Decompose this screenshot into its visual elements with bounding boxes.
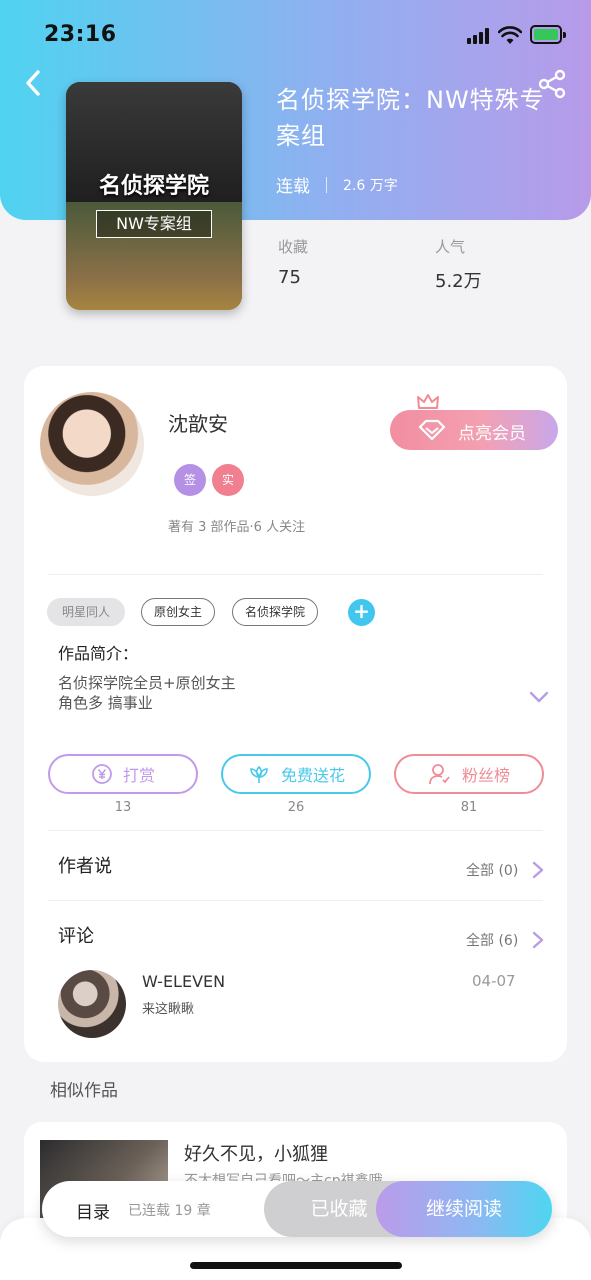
similar-works-heading: 相似作品 [50,1081,118,1101]
flower-count: 26 [287,800,305,815]
signed-badge: 签 [174,464,206,496]
cover-subtitle: NW专案组 [96,210,212,238]
back-arrow-icon[interactable] [20,66,50,100]
similar-work-title: 好久不见，小狐狸 [184,1144,328,1165]
tip-count: 13 [114,800,132,815]
table-of-contents-button[interactable]: 目录 [76,1198,110,1223]
comment-date: 04-07 [472,972,516,990]
send-flower-label: 免费送花 [280,766,345,785]
intro-line: 名侦探学院全员+原创女主 [58,674,236,692]
flower-icon [250,765,268,783]
author-name[interactable]: 沈歆安 [168,408,228,437]
cover-title: 名侦探学院 [98,173,209,199]
expand-chevron-icon[interactable] [528,690,550,704]
book-cover[interactable]: 名侦探学院 NW专案组 [66,82,242,310]
divider [48,830,543,831]
book-title: 名侦探学院：NW特殊专案组 [276,86,545,150]
stat-favorites: 收藏 75 [278,236,308,288]
diamond-icon [418,419,446,441]
continue-reading-button[interactable]: 继续阅读 [376,1181,552,1237]
add-tag-icon[interactable]: + [348,599,375,626]
stat-value: 5.2万 [435,271,482,292]
crown-icon [417,394,439,409]
stat-label: 收藏 [278,238,309,256]
chapter-count: 已连载 19 章 [128,1203,211,1219]
book-status: 连载 [276,177,310,197]
author-says-title: 作者说 [58,856,112,877]
fan-ranking-button[interactable]: 粉丝榜 [394,754,544,794]
stat-value: 75 [278,267,301,288]
stat-label: 人气 [435,238,466,256]
send-flower-button[interactable]: 免费送花 [221,754,371,794]
cellular-signal-icon [467,28,491,44]
word-count: 2.6 万字 [343,177,398,194]
tag-item[interactable]: 名侦探学院 [232,598,318,626]
stat-popularity: 人气 5.2万 [435,236,482,293]
activate-membership-button[interactable]: 点亮会员 [390,410,558,450]
author-works-info: 著有 3 部作品·6 人关注 [168,520,306,535]
chevron-right-icon[interactable] [531,860,545,880]
author-says-all-link[interactable]: 全部 (0) [466,860,518,880]
divider [48,900,543,901]
intro-line: 角色多 搞事业 [58,694,153,712]
book-meta: 连载 2.6 万字 [276,172,398,197]
commenter-avatar[interactable] [58,970,126,1038]
commenter-name[interactable]: W-ELEVEN [142,972,225,991]
divider [326,176,327,193]
comments-title: 评论 [58,926,94,947]
comments-all-link[interactable]: 全部 (6) [466,930,518,950]
yen-coin-icon [92,764,112,784]
tip-label: 打赏 [122,766,155,785]
status-bar: 23:16 [0,0,591,70]
intro-title: 作品简介： [58,644,139,663]
wifi-icon [498,26,522,44]
verified-badge: 实 [212,464,244,496]
status-time: 23:16 [44,22,117,47]
divider [48,574,543,575]
home-indicator [190,1262,402,1269]
user-ranking-icon [429,764,450,785]
detail-card: 沈歆安 签 实 著有 3 部作品·6 人关注 点亮会员 明星同人 原创女主 名侦… [24,366,567,1062]
member-button-label: 点亮会员 [458,424,526,444]
comment-text: 来这瞅瞅 [142,1002,195,1017]
chevron-right-icon[interactable] [531,930,545,950]
tip-button[interactable]: 打赏 [48,754,198,794]
author-avatar[interactable] [40,392,144,496]
tag-item[interactable]: 原创女主 [141,598,215,626]
battery-charging-icon [530,25,566,44]
fan-ranking-label: 粉丝榜 [461,766,510,785]
fan-count: 81 [460,800,478,815]
tag-item[interactable]: 明星同人 [47,598,125,626]
